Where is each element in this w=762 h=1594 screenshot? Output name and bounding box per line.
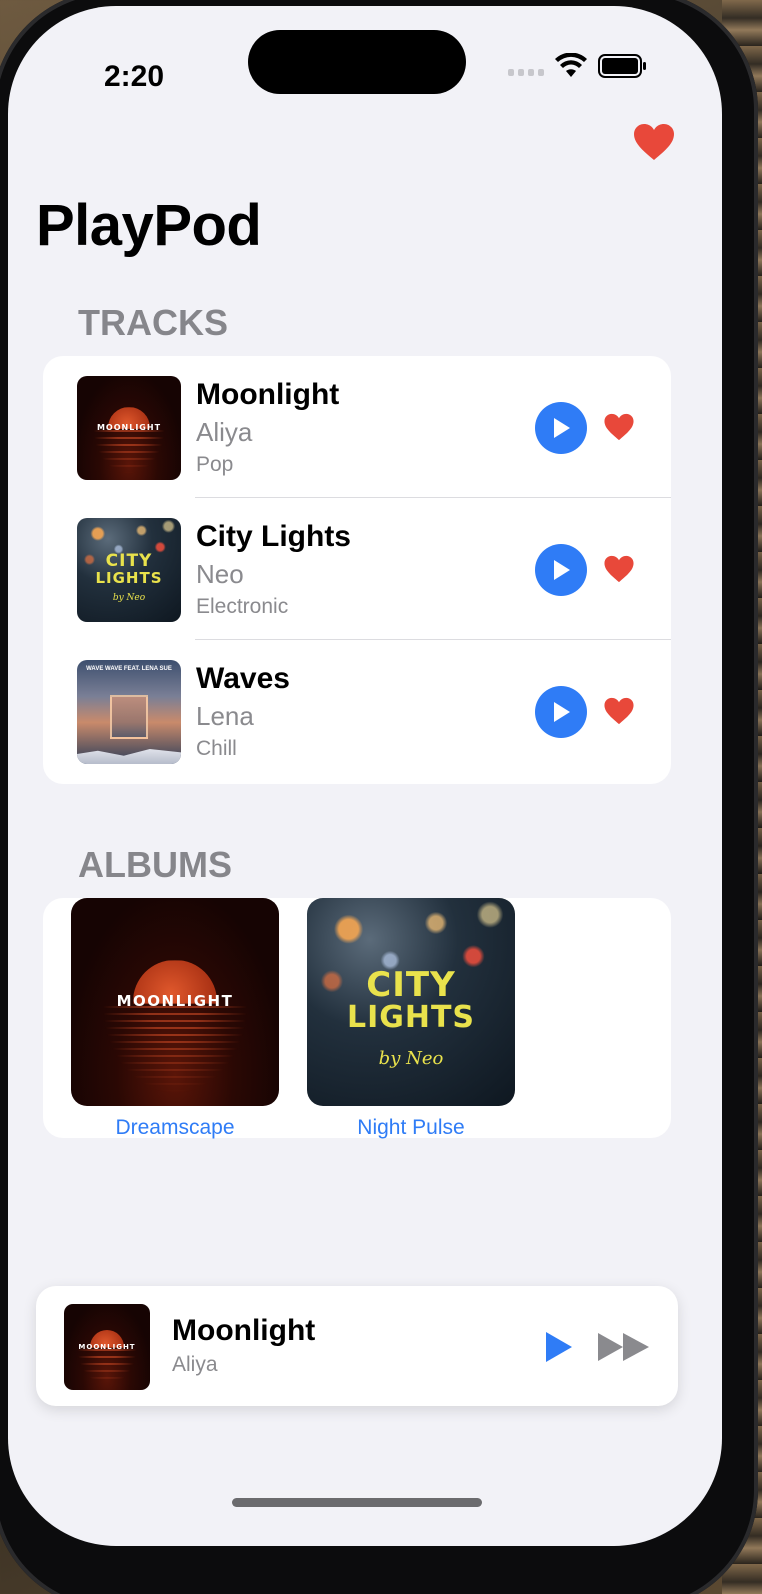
app-title: PlayPod (36, 193, 262, 258)
track-row[interactable]: WAVE WAVE FEAT. LENA SUE Waves Lena Chil… (43, 640, 671, 782)
play-icon (554, 418, 570, 438)
album-name[interactable]: Dreamscape (71, 1116, 279, 1140)
favorite-heart-icon[interactable] (603, 554, 635, 584)
album-item[interactable]: MOONLIGHT Dreamscape (71, 898, 279, 1140)
now-playing-title: Moonlight (172, 1314, 316, 1347)
favorite-heart-icon[interactable] (603, 412, 635, 442)
track-row[interactable]: MOONLIGHT Moonlight Aliya Pop (43, 356, 671, 498)
track-artwork-text: WAVE WAVE FEAT. LENA SUE (86, 666, 172, 673)
favorite-heart-icon[interactable] (603, 696, 635, 726)
app-screen: 2:20 PlayPod TRACKS MOONLIGHT Moonlight … (8, 6, 722, 1546)
track-genre: Chill (196, 737, 237, 760)
now-playing-artist: Aliya (172, 1353, 218, 1376)
battery-icon (598, 54, 646, 78)
track-artwork-signature: by Neo (112, 592, 146, 603)
track-artwork-text: MOONLIGHT (96, 422, 162, 432)
device-frame: 2:20 PlayPod TRACKS MOONLIGHT Moonlight … (0, 0, 758, 1594)
play-button[interactable] (535, 544, 587, 596)
tracks-list: MOONLIGHT Moonlight Aliya Pop CITY LIGHT… (43, 356, 671, 784)
fast-forward-icon[interactable] (596, 1330, 652, 1364)
album-cover-signature: by Neo (378, 1047, 444, 1069)
play-icon (554, 702, 570, 722)
play-button[interactable] (535, 402, 587, 454)
track-artist: Aliya (196, 417, 253, 447)
now-playing-bar[interactable]: MOONLIGHT Moonlight Aliya (36, 1286, 678, 1406)
track-title: City Lights (196, 520, 351, 553)
album-cover-text: CITY (366, 964, 456, 1005)
tracks-section-header: TRACKS (78, 302, 228, 343)
track-artist: Lena (196, 701, 254, 731)
album-cover: MOONLIGHT (71, 898, 279, 1106)
track-title: Waves (196, 662, 290, 695)
track-artist: Neo (196, 559, 244, 589)
cellular-signal-icon (508, 69, 544, 76)
home-indicator[interactable] (232, 1498, 482, 1507)
track-genre: Pop (196, 453, 234, 476)
now-playing-artwork: MOONLIGHT (64, 1304, 150, 1390)
track-genre: Electronic (196, 595, 289, 618)
track-title: Moonlight (196, 378, 340, 411)
track-artwork: MOONLIGHT (77, 376, 181, 480)
track-artwork-text: CITY (105, 551, 153, 572)
dynamic-island (248, 30, 466, 94)
track-row[interactable]: CITY LIGHTS by Neo City Lights Neo Elect… (43, 498, 671, 640)
track-artwork-text: LIGHTS (95, 569, 163, 588)
album-item[interactable]: CITY LIGHTS by Neo Night Pulse (307, 898, 515, 1140)
favorites-heart-icon[interactable] (632, 122, 676, 162)
album-cover: CITY LIGHTS by Neo (307, 898, 515, 1106)
albums-section-header: ALBUMS (78, 844, 232, 885)
play-button[interactable] (535, 686, 587, 738)
track-artwork: WAVE WAVE FEAT. LENA SUE (77, 660, 181, 764)
track-artwork: CITY LIGHTS by Neo (77, 518, 181, 622)
status-time: 2:20 (104, 60, 165, 93)
album-cover-text: MOONLIGHT (116, 991, 234, 1010)
album-name[interactable]: Night Pulse (307, 1116, 515, 1140)
album-cover-text: LIGHTS (346, 1000, 476, 1036)
albums-carousel[interactable]: MOONLIGHT Dreamscape CITY LIGHTS by Neo … (43, 898, 671, 1140)
wifi-icon (555, 53, 587, 77)
now-playing-artwork-text: MOONLIGHT (78, 1342, 136, 1351)
play-icon (554, 560, 570, 580)
play-icon[interactable] (542, 1330, 576, 1364)
